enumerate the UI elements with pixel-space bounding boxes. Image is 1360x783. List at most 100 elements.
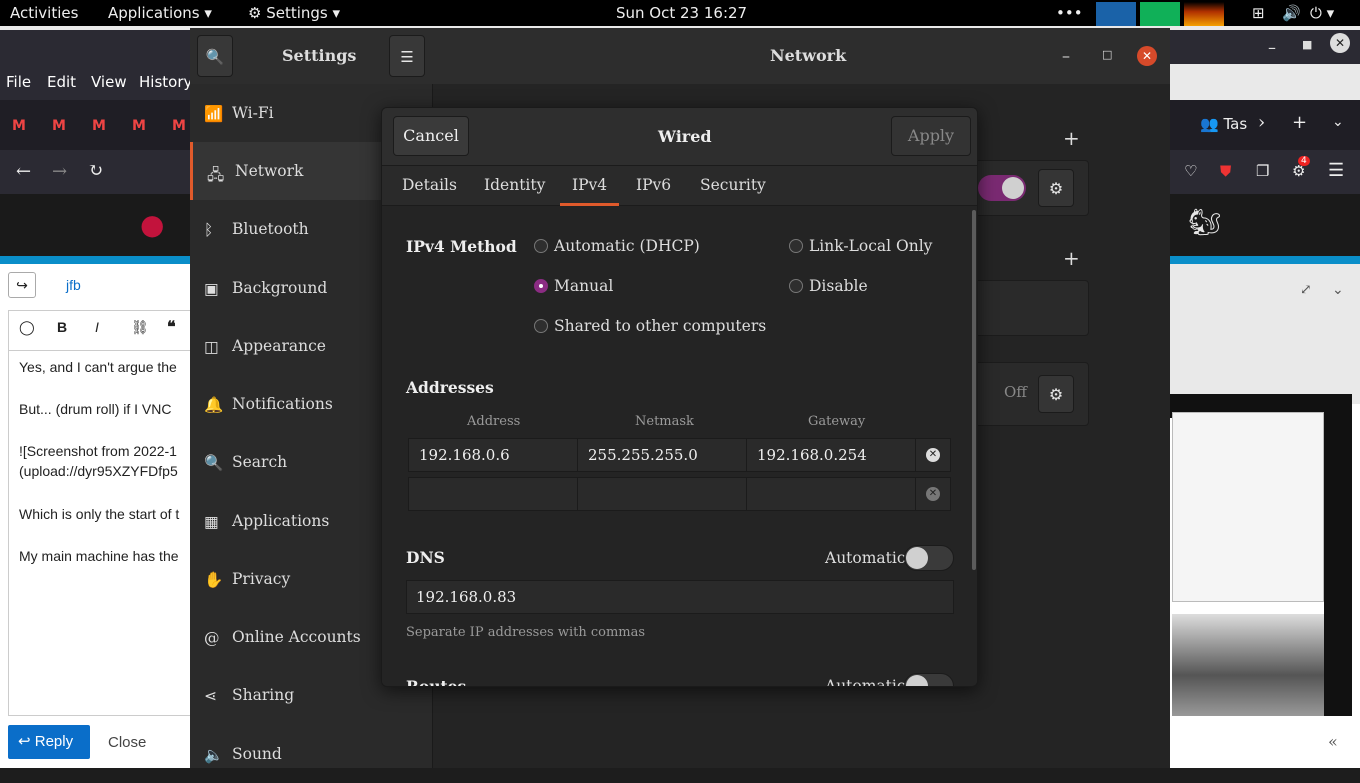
expand-icon[interactable]: ⤢	[1300, 282, 1312, 298]
browser-maximize-icon[interactable]: ■	[1302, 38, 1312, 51]
cancel-button[interactable]: Cancel	[393, 116, 469, 156]
proxy-settings-icon[interactable]: ⚙	[1038, 375, 1074, 413]
settings-title: Settings	[282, 46, 357, 65]
address-input[interactable]	[408, 477, 578, 511]
new-tab-icon[interactable]: +	[1292, 112, 1307, 133]
wifi-icon: 📶	[204, 105, 224, 123]
minimize-icon[interactable]: –	[1062, 46, 1070, 65]
editor-textarea[interactable]: Yes, and I can't argue the But... (drum …	[8, 350, 198, 716]
tab-ipv6[interactable]: IPv6	[636, 176, 671, 194]
gmail-tab-icon[interactable]: M	[172, 118, 186, 134]
speaker-icon: 🔈	[204, 746, 224, 764]
tab-tasks[interactable]: 👥 Tas	[1200, 115, 1247, 133]
avatar[interactable]: 🐿	[1188, 208, 1221, 238]
back-icon[interactable]: ←	[16, 161, 31, 182]
sidebar-item-sound[interactable]: 🔈 Sound	[190, 725, 433, 783]
menu-edit[interactable]: Edit	[47, 73, 76, 91]
routes-automatic-label: Automatic	[825, 677, 906, 687]
tab-identity[interactable]: Identity	[484, 176, 545, 194]
netmask-input[interactable]: 255.255.255.0	[577, 438, 747, 472]
username[interactable]: jfb	[66, 277, 81, 293]
preview-dark-strip	[1324, 412, 1352, 716]
gmail-tab-icon[interactable]: M	[92, 118, 106, 134]
add-vpn-icon[interactable]: +	[1063, 126, 1080, 150]
add-connection-icon[interactable]: +	[1063, 246, 1080, 270]
activities-button[interactable]: Activities	[10, 4, 78, 22]
settings-menu[interactable]: ⚙ Settings ▾	[248, 4, 340, 22]
menu-view[interactable]: View	[91, 73, 127, 91]
menu-file[interactable]: File	[6, 73, 31, 91]
blockquote-icon[interactable]: ❝	[167, 317, 176, 337]
dns-automatic-toggle[interactable]	[904, 545, 954, 571]
tab-details[interactable]: Details	[402, 176, 457, 194]
network-icon: 🖧	[207, 166, 225, 184]
tab-security[interactable]: Security	[700, 176, 766, 194]
quote-icon[interactable]: ◯	[19, 319, 35, 336]
dns-input[interactable]: 192.168.0.83	[406, 580, 954, 614]
browser-minimize-icon[interactable]: –	[1268, 38, 1276, 57]
ublock-icon[interactable]: ⛊	[1220, 162, 1231, 180]
gateway-input[interactable]	[746, 477, 916, 511]
radio-link-local[interactable]: Link-Local Only	[789, 237, 932, 255]
link-icon[interactable]: ⛓	[131, 319, 149, 336]
reply-button[interactable]: ↩ Reply	[8, 725, 90, 759]
column-netmask: Netmask	[635, 414, 694, 429]
radio-manual[interactable]: Manual	[534, 277, 613, 295]
volume-icon[interactable]: 🔊	[1282, 4, 1301, 22]
background-icon: ▣	[204, 280, 219, 298]
raspberry-logo-icon[interactable]: ●	[140, 208, 164, 241]
close-button[interactable]: Close	[108, 734, 146, 751]
gmail-tab-icon[interactable]: M	[52, 118, 66, 134]
reply-editor: ↪ jfb ◯ B I ⛓ ❝ Yes, and I can't argue t…	[0, 264, 200, 768]
notification-badge: 4	[1298, 156, 1310, 166]
reload-icon[interactable]: ↻	[88, 160, 103, 181]
tab-scroll-right-icon[interactable]: ›	[1258, 112, 1265, 133]
clock[interactable]: Sun Oct 23 16:27	[616, 4, 747, 22]
network-monitor	[1184, 2, 1224, 26]
more-icon[interactable]: •••	[1056, 4, 1083, 22]
routes-label: Routes	[406, 677, 467, 687]
gateway-input[interactable]: 192.168.0.254	[746, 438, 916, 472]
remove-address-icon[interactable]: ✕	[926, 487, 940, 501]
maximize-icon[interactable]: □	[1102, 48, 1112, 61]
applications-menu[interactable]: Applications ▾	[108, 4, 212, 22]
preview-image	[1172, 614, 1324, 716]
bold-icon[interactable]: B	[57, 319, 67, 335]
gmail-tab-icon[interactable]: M	[12, 118, 26, 134]
dns-label: DNS	[406, 548, 445, 567]
pocket-icon[interactable]: ♡	[1184, 162, 1197, 180]
browser-close-icon[interactable]: ✕	[1330, 33, 1350, 53]
tab-ipv4[interactable]: IPv4	[560, 176, 620, 206]
apply-button[interactable]: Apply	[891, 116, 971, 156]
tab-list-icon[interactable]: ⌄	[1332, 114, 1344, 130]
cpu-monitor	[1096, 2, 1136, 26]
wired-toggle[interactable]	[978, 175, 1026, 201]
dialog-header: Cancel Wired Apply	[382, 108, 977, 166]
search-icon[interactable]: 🔍	[197, 35, 233, 77]
remove-address-icon[interactable]: ✕	[926, 448, 940, 462]
radio-shared[interactable]: Shared to other computers	[534, 317, 766, 335]
gmail-tab-icon[interactable]: M	[132, 118, 146, 134]
post-line: (upload://dyr95XZYFDfp5	[19, 463, 178, 479]
menu-history[interactable]: History	[139, 73, 192, 91]
close-icon[interactable]: ✕	[1137, 46, 1157, 66]
screenshot-preview: ⤢ ⌄ «	[1170, 264, 1360, 768]
power-icon[interactable]: ⏻ ▾	[1310, 4, 1334, 22]
netmask-input[interactable]	[577, 477, 747, 511]
radio-automatic-dhcp[interactable]: Automatic (DHCP)	[534, 237, 700, 255]
menu-icon[interactable]: ☰	[389, 35, 425, 77]
forward-icon[interactable]: →	[52, 161, 67, 182]
dialog-scrollbar[interactable]	[972, 210, 976, 570]
italic-icon[interactable]: I	[95, 319, 99, 335]
containers-icon[interactable]: ❐	[1256, 162, 1269, 180]
radio-disable[interactable]: Disable	[789, 277, 868, 295]
network-status-icon[interactable]: ⊞	[1252, 4, 1265, 22]
address-input[interactable]: 192.168.0.6	[408, 438, 578, 472]
share-post-icon[interactable]: ↪	[8, 272, 36, 298]
routes-automatic-toggle[interactable]	[904, 673, 954, 686]
wired-settings-icon[interactable]: ⚙	[1038, 169, 1074, 207]
hamburger-menu-icon[interactable]: ☰	[1328, 160, 1344, 181]
collapse-icon[interactable]: ⌄	[1332, 282, 1344, 298]
double-chevron-icon[interactable]: «	[1328, 732, 1338, 751]
applications-icon: ▦	[204, 513, 219, 531]
